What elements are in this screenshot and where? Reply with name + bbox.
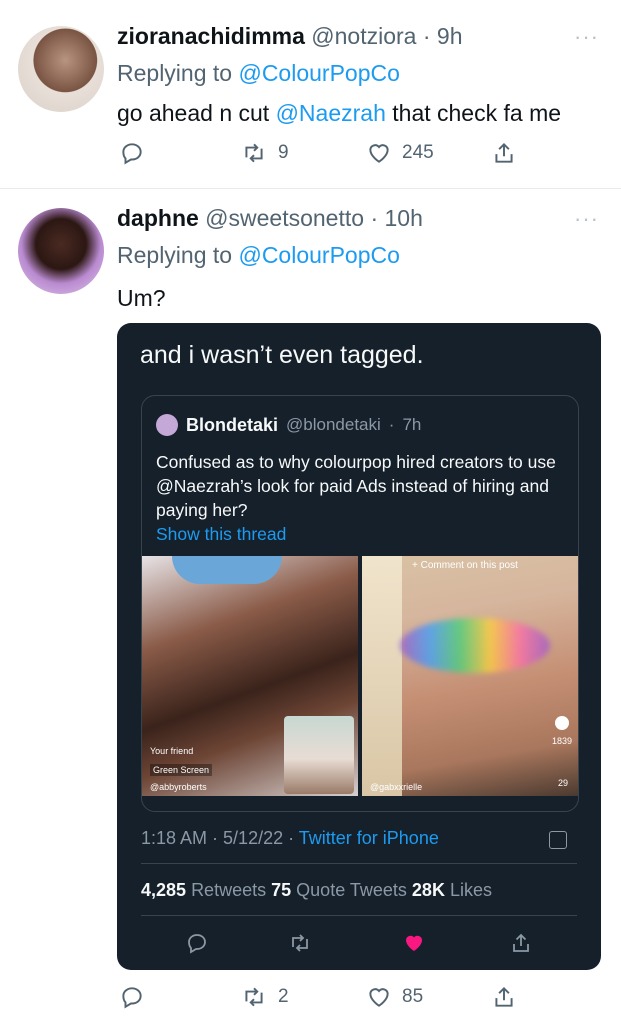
reply-button[interactable] (119, 984, 145, 1010)
handle[interactable]: @notziora (311, 23, 416, 49)
overlay-text: Your friend (150, 746, 194, 756)
tweet-header: zioranachidimma @notziora · 9h (117, 23, 463, 49)
analytics-icon (549, 831, 567, 849)
attached-image[interactable]: and i wasn’t even tagged. Blondetaki @bl… (117, 323, 601, 970)
likes-count: 28K (411, 880, 445, 900)
replying-to-link[interactable]: @ColourPopCo (238, 60, 399, 86)
tweet-stats: 4,285 Retweets 75 Quote Tweets 28K Likes (141, 880, 492, 900)
replying-to: Replying to @ColourPopCo (117, 242, 400, 268)
media-thumbnail: Your friend Green Screen @abbyroberts (142, 556, 358, 796)
share-icon (513, 933, 529, 952)
reply-icon (122, 143, 142, 165)
retweet-count: 2 (278, 986, 289, 1007)
handle[interactable]: @sweetsonetto (205, 205, 364, 231)
reply-icon (188, 934, 206, 954)
retweet-icon (245, 987, 263, 1007)
quoted-tweet: Blondetaki @blondetaki · 7h Confused as to… (141, 395, 579, 812)
like-icon (555, 716, 569, 730)
overlay-text: 29 (558, 778, 569, 788)
avatar[interactable] (18, 208, 104, 294)
timestamp: 7h (402, 415, 422, 434)
retweet-icon (245, 143, 263, 163)
timestamp[interactable]: 9h (437, 23, 463, 49)
divider (141, 863, 577, 864)
handle: @blondetaki (286, 415, 381, 434)
overlay-text: @abbyroberts (150, 782, 207, 792)
inset-photo (284, 716, 354, 794)
tweet-text: go ahead n cut @Naezrah that check fa me (117, 100, 562, 126)
reply-button[interactable] (119, 140, 145, 166)
retweets-count: 4,285 (141, 880, 187, 900)
divider (141, 915, 577, 916)
replying-to: Replying to @ColourPopCo (117, 60, 400, 86)
more-options-icon[interactable]: ··· (574, 24, 599, 50)
like-count: 245 (402, 142, 434, 163)
retweet-icon (292, 934, 308, 952)
quoted-tweet-text: Confused as to why colourpop hired creat… (156, 452, 556, 520)
tweet-header: daphne @sweetsonetto · 10h (117, 205, 423, 231)
display-name: Blondetaki (186, 414, 279, 435)
show-thread-link: Show this thread (156, 524, 287, 544)
display-name[interactable]: daphne (117, 205, 199, 231)
rainbow-eyeshadow (400, 618, 550, 673)
retweet-button[interactable]: 2 (240, 984, 289, 1010)
overlay-text: Green Screen (150, 764, 213, 776)
headwrap (172, 556, 282, 584)
meta-source: Twitter for iPhone (298, 828, 439, 848)
overlay-text: 1839 (552, 736, 573, 746)
tweet-divider (0, 188, 621, 189)
retweet-count: 9 (278, 142, 289, 163)
avatar (156, 414, 178, 436)
quoted-tweet-header: Blondetaki @blondetaki · 7h (156, 414, 421, 436)
hair (362, 556, 402, 796)
share-icon (495, 986, 513, 1007)
overlay-text: + Comment on this post (412, 560, 518, 571)
media-thumbnail: + Comment on this post 1839 29 @gabxxrie… (362, 556, 578, 796)
mention-link[interactable]: @Naezrah (276, 100, 386, 126)
timestamp[interactable]: 10h (385, 205, 423, 231)
meta-date: 5/12/22 (223, 828, 284, 848)
tweet-meta: 1:18 AM · 5/12/22 · Twitter for iPhone (141, 828, 439, 848)
quote-count: 75 (271, 880, 292, 900)
retweet-button[interactable]: 9 (240, 140, 289, 166)
share-button[interactable] (491, 984, 517, 1010)
heart-icon (369, 988, 389, 1007)
like-button[interactable]: 85 (366, 984, 423, 1010)
tweet-text: Um? (117, 285, 166, 311)
meta-time: 1:18 AM (141, 828, 208, 848)
like-button[interactable]: 245 (366, 140, 434, 166)
like-count: 85 (402, 986, 424, 1007)
overlay-text: @gabxxrielle (370, 782, 423, 792)
display-name[interactable]: zioranachidimma (117, 23, 305, 49)
reply-icon (122, 987, 142, 1009)
replying-to-link[interactable]: @ColourPopCo (238, 242, 399, 268)
share-icon (495, 142, 513, 163)
more-options-icon[interactable]: ··· (574, 206, 599, 232)
screenshot-caption: and i wasn’t even tagged. (140, 341, 424, 369)
avatar[interactable] (18, 26, 104, 112)
heart-icon (406, 935, 422, 951)
heart-icon (369, 144, 389, 163)
share-button[interactable] (491, 140, 517, 166)
